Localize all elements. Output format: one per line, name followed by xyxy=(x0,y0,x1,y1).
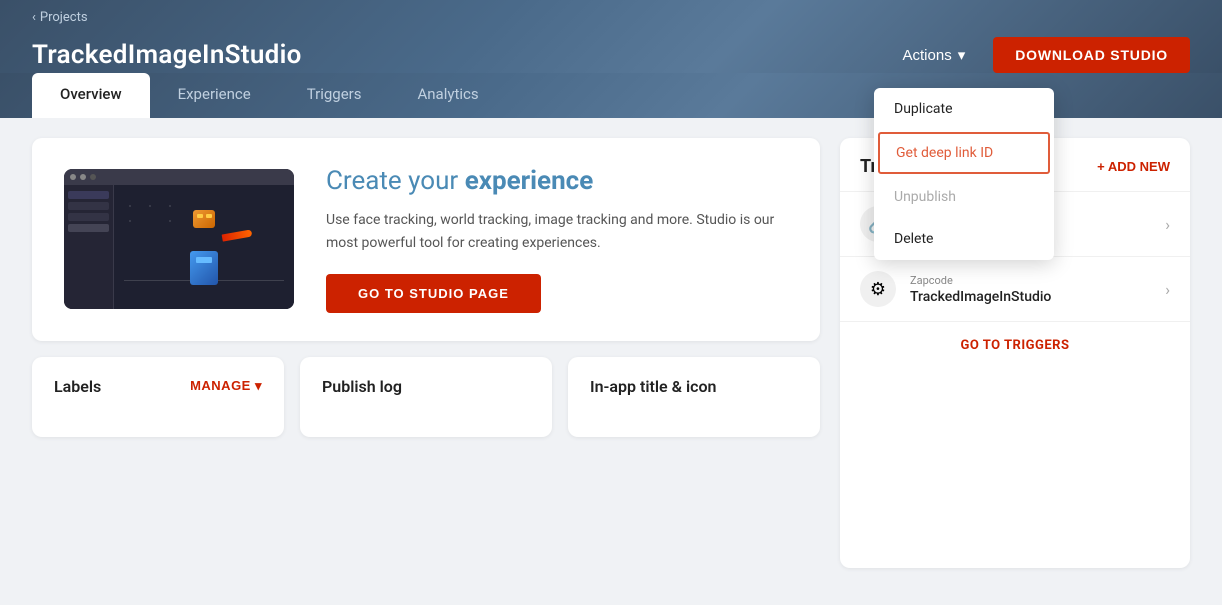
experience-card: Create your experience Use face tracking… xyxy=(32,138,820,341)
page-title: TrackedImageInStudio xyxy=(32,40,302,70)
robot-illustration xyxy=(174,210,234,285)
in-app-title-card: In-app title & icon xyxy=(568,357,820,437)
back-arrow-icon: ‹ xyxy=(32,10,36,25)
labels-card: Labels MANAGE ▾ xyxy=(32,357,284,437)
tab-triggers[interactable]: Triggers xyxy=(279,73,390,118)
dropdown-item-delete[interactable]: Delete xyxy=(874,218,1054,260)
chevron-right-icon-2: › xyxy=(1165,280,1170,299)
labels-title: Labels xyxy=(54,377,101,396)
download-studio-button[interactable]: DOWNLOAD STUDIO xyxy=(993,37,1190,73)
trigger-item-zapcode[interactable]: ⚙ Zapcode TrackedImageInStudio › xyxy=(840,256,1190,321)
actions-chevron-icon: ▾ xyxy=(958,46,966,64)
zapcode-icon: ⚙ xyxy=(860,271,896,307)
dropdown-item-deep-link[interactable]: Get deep link ID xyxy=(878,132,1050,174)
manage-labels-button[interactable]: MANAGE ▾ xyxy=(190,378,262,394)
dropdown-item-unpublish: Unpublish xyxy=(874,176,1054,218)
experience-card-title: Create your experience xyxy=(326,166,788,197)
actions-button[interactable]: Actions ▾ xyxy=(891,38,978,72)
go-to-studio-button[interactable]: GO TO STUDIO PAGE xyxy=(326,274,541,313)
tab-overview[interactable]: Overview xyxy=(32,73,150,118)
publish-log-card: Publish log xyxy=(300,357,552,437)
breadcrumb[interactable]: ‹ Projects xyxy=(32,0,1190,29)
studio-screenshot xyxy=(64,169,294,309)
publish-log-title: Publish log xyxy=(322,377,402,396)
go-to-triggers-button[interactable]: GO TO TRIGGERS xyxy=(840,321,1190,369)
trigger-name-zapcode: TrackedImageInStudio xyxy=(910,289,1151,305)
tab-experience[interactable]: Experience xyxy=(150,73,279,118)
actions-label: Actions xyxy=(903,47,952,64)
tab-analytics[interactable]: Analytics xyxy=(389,73,506,118)
left-panel: Create your experience Use face tracking… xyxy=(32,138,820,568)
experience-description: Use face tracking, world tracking, image… xyxy=(326,209,788,254)
chevron-right-icon: › xyxy=(1165,215,1170,234)
header-actions: Actions ▾ DOWNLOAD STUDIO xyxy=(891,37,1191,73)
trigger-type-zapcode: Zapcode xyxy=(910,274,1151,287)
bottom-cards: Labels MANAGE ▾ Publish log In-app title… xyxy=(32,357,820,437)
add-new-trigger-button[interactable]: + ADD NEW xyxy=(1097,159,1170,174)
actions-dropdown: Duplicate Get deep link ID Unpublish Del… xyxy=(874,88,1054,260)
experience-info: Create your experience Use face tracking… xyxy=(326,166,788,313)
in-app-title-label: In-app title & icon xyxy=(590,377,716,396)
dropdown-item-duplicate[interactable]: Duplicate xyxy=(874,88,1054,130)
breadcrumb-label: Projects xyxy=(40,10,88,25)
